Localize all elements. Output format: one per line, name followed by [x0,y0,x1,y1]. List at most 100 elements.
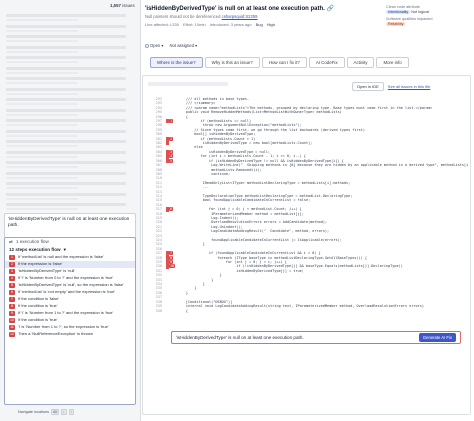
open-in-ide-button[interactable]: Open in IDE [352,82,384,91]
rule-subtitle: Null pointers should not be dereferenced… [145,14,258,19]
step-number: 10 [9,318,15,323]
reliability-badge: Reliability [386,22,406,26]
issue-list-item[interactable] [6,77,126,86]
flow-step[interactable]: 2 If the expression is 'false' [5,261,135,268]
step-number: 12 [9,332,15,337]
chevron-down-icon: ▾ [63,246,66,252]
flow-marker[interactable]: 6 [169,207,174,212]
issue-meta: Line affected: L330 Effort: 10min Introduc… [145,22,275,27]
flow-step[interactable]: 3'isHiddenByDerivedType' is 'null' [5,268,135,275]
issue-list-item[interactable] [6,140,126,149]
kbd-down: ↓ [61,409,67,415]
issue-list-item[interactable] [6,108,126,118]
see-all-issues-link[interactable]: See all issues in this file [388,84,430,89]
step-number: 8 [9,304,15,309]
execution-flow-panel: ⇄ 1 execution flow 12 steps execution flo… [4,237,136,405]
flow-marker[interactable]: 9 [169,260,174,265]
bug-type: Bug [255,22,263,27]
step-text: If the condition is 'true' [18,303,58,308]
step-number: 7 [9,297,15,302]
generate-ai-fix-button[interactable]: Generate AI Fix [418,333,456,342]
issue-list-item[interactable] [6,171,126,181]
status-select[interactable]: Open ▾ [145,43,164,48]
line-number: 340 [155,308,162,313]
issue-title: 'isHiddenByDerivedType' is null on at le… [145,6,334,12]
step-number: 11 [9,325,15,330]
flow-step[interactable]: 9 If 'i' is 'Number from 1 to ?' and the … [5,310,135,317]
link-icon[interactable]: 🔗 [326,6,333,12]
flow-marker[interactable]: 5 [169,158,174,163]
issue-list-item[interactable] [6,56,126,65]
flow-marker[interactable]: 10 [169,264,176,269]
flow-step[interactable]: 10 If the condition is 'true' [5,317,135,324]
step-number: 3 [9,269,15,274]
flow-step[interactable]: 6 If 'methodList' is 'not empty' and the … [5,289,135,296]
file-path [148,82,228,86]
step-text: Then a 'NullReferenceException' is throw… [18,331,94,336]
issue-list-item[interactable] [6,150,126,160]
flow-icon: ⇄ [9,238,13,244]
issue-list-item[interactable] [6,119,126,128]
step-text: 'isHiddenByDerivedType' is 'null', so th… [18,282,124,287]
severity: High [266,22,275,27]
step-text: If 'i' is 'Number from 1 to ?' and the e… [18,310,114,315]
step-text: 'i' is 'Number from 1 to ?', so the expr… [18,324,109,329]
tab-item[interactable]: AI CodeFix [308,57,345,68]
issue-count: 1,557 issues [110,3,135,8]
issue-list-item[interactable] [6,24,126,34]
flow-marker[interactable]: 8 [169,255,174,260]
issue-tabs: Where is the issue? Why is this an issue?… [150,57,409,68]
flow-header[interactable]: 12 steps execution flow ▾ [5,245,135,254]
issue-list-item[interactable] [6,45,126,55]
issue-list-item[interactable] [6,161,126,170]
flow-marker[interactable]: 4 [169,154,174,159]
issue-list-item[interactable] [6,129,126,139]
issue-list-item[interactable] [6,192,126,202]
flow-step[interactable]: 7 If the condition is 'false' [5,296,135,303]
flow-step[interactable]: 1 If 'methodList' is null and the express… [5,254,135,261]
code-line: 339 internal void LogCandidateAddingResu… [150,304,468,308]
flow-marker[interactable]: 3 [169,149,174,154]
kbd-alt: Alt [51,409,59,415]
step-number: 6 [9,290,15,295]
code-toolbar: Open in IDE See all issues in this file [352,82,430,91]
step-number: 4 [9,276,15,281]
issue-list-item[interactable] [6,98,126,107]
issue-list-item[interactable] [6,66,126,76]
step-number: 2 [9,262,15,267]
flow-count: ⇄ 1 execution flow [9,238,49,245]
flow-marker[interactable]: 2 [169,136,174,141]
issue-callout: 'isHiddenByDerivedType' is null on at le… [171,331,461,344]
code-lines: 292 /// all methods in base types. 293 //… [150,97,468,313]
step-text: If the expression is 'false' [18,261,63,266]
flow-step[interactable]: 11'i' is 'Number from 1 to ?', so the ex… [5,324,135,331]
tab-item[interactable]: Why is this an issue? [204,57,260,68]
rule-link[interactable]: csharpsquid:S2259 [222,14,258,19]
flow-step[interactable]: 8 If the condition is 'true' [5,303,135,310]
callout-text: 'isHiddenByDerivedType' is null on at le… [176,335,304,340]
step-text: If the condition is 'true' [18,317,58,322]
tab-item[interactable]: How can I fix it? [261,57,307,68]
tab-item[interactable]: Activity [346,57,375,68]
tab-item[interactable]: More info [376,57,409,68]
navigate-locations-hint: Navigate locations Alt ↓ ↑ [18,409,75,415]
flow-marker[interactable]: 7 [169,251,174,256]
assignee-select[interactable]: Not assigned ▾ [170,43,198,48]
flow-marker[interactable]: 1 [169,119,174,124]
issue-list-item[interactable] [6,203,126,212]
step-text: If 'methodList' is null and the expressi… [18,254,104,259]
flow-step[interactable]: 12 Then a 'NullReferenceException' is thr… [5,331,135,338]
issue-list-item[interactable] [6,182,126,191]
step-text: 'isHiddenByDerivedType' is 'null' [18,268,76,273]
issue-list-item[interactable] [6,14,126,23]
issue-list-item[interactable] [6,35,126,44]
issue-list-item[interactable] [6,87,126,97]
kbd-up: ↑ [68,409,75,415]
clean-code-badge: Intentionality [386,10,411,14]
flow-step[interactable]: 5'isHiddenByDerivedType' is 'null', so t… [5,282,135,289]
tab-item[interactable]: Where is the issue? [150,57,203,68]
step-text: If 'i' is 'Number from 0 to ?' and the e… [18,275,114,280]
flow-step[interactable]: 4 If 'i' is 'Number from 0 to ?' and the … [5,275,135,282]
issue-status-row: Open ▾ Not assigned ▾ [145,43,197,48]
step-number: 5 [9,283,15,288]
